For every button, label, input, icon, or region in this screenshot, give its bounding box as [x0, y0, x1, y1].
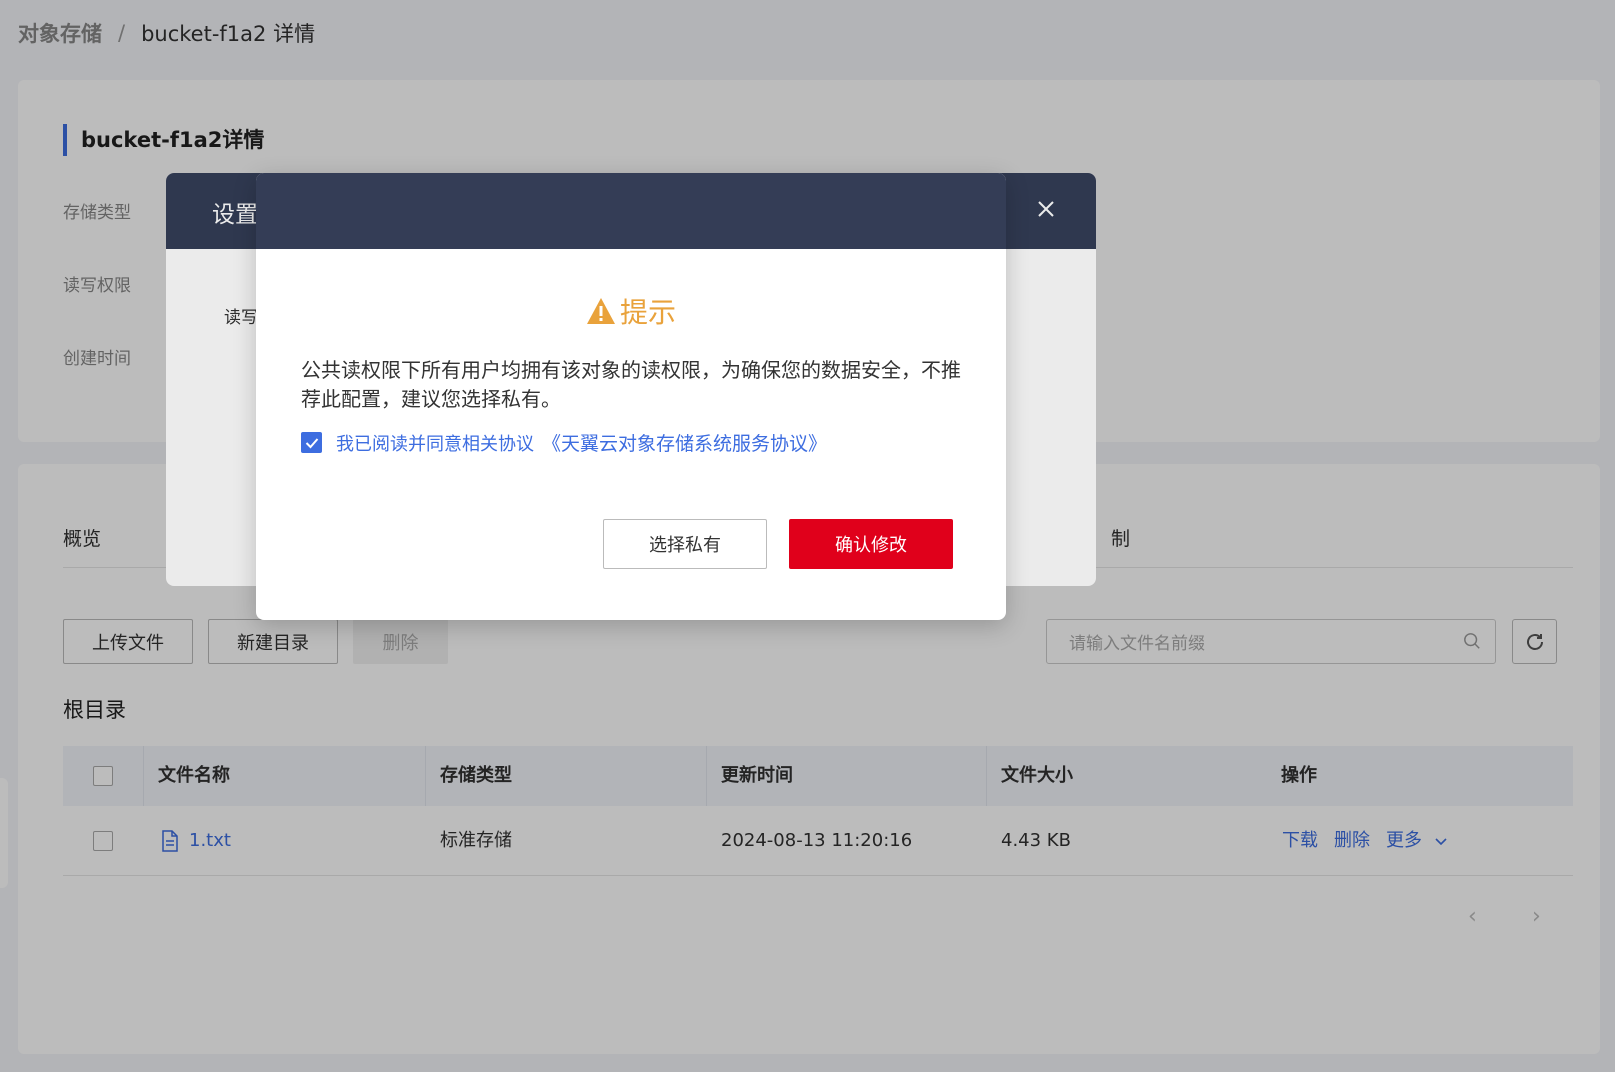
- confirm-dialog-header: [256, 173, 1006, 249]
- dialog-title: 提示: [256, 291, 1006, 331]
- choose-private-button[interactable]: 选择私有: [603, 519, 767, 569]
- check-icon: [305, 437, 318, 448]
- confirm-dialog: 提示 公共读权限下所有用户均拥有该对象的读权限，为确保您的数据安全，不推荐此配置…: [256, 173, 1006, 620]
- dialog-message: 公共读权限下所有用户均拥有该对象的读权限，为确保您的数据安全，不推荐此配置，建议…: [301, 358, 961, 411]
- agreement-text: 我已阅读并同意相关协议: [336, 433, 534, 455]
- agreement-row: 我已阅读并同意相关协议 《天翼云对象存储系统服务协议》: [301, 429, 827, 456]
- agreement-link[interactable]: 《天翼云对象存储系统服务协议》: [542, 429, 827, 456]
- confirm-change-button[interactable]: 确认修改: [789, 519, 953, 569]
- dialog-title-text: 提示: [619, 296, 676, 329]
- agreement-checkbox[interactable]: [301, 432, 322, 453]
- warning-icon: [586, 298, 615, 324]
